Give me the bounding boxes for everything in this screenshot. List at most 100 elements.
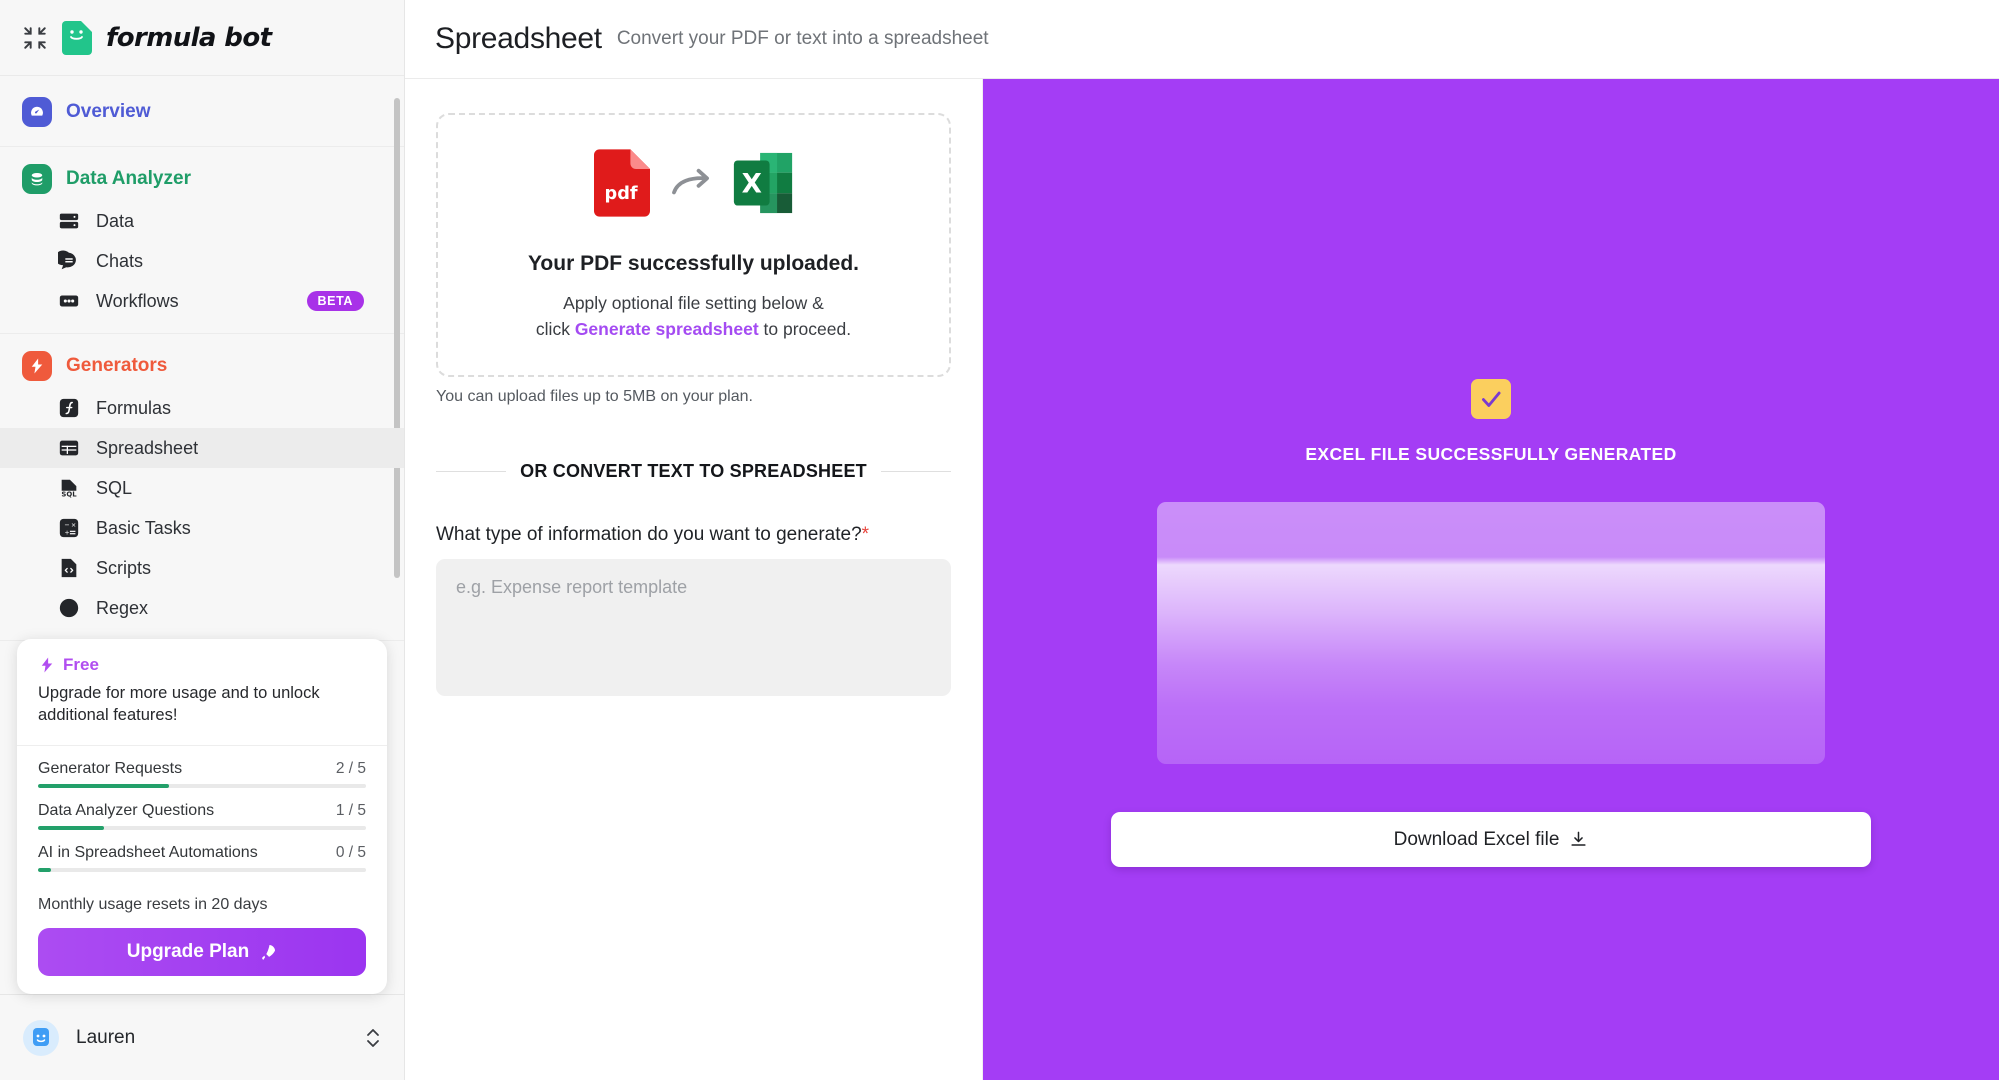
sidebar-item-label: Overview: [66, 101, 151, 122]
lightning-bolt-icon: [41, 657, 53, 673]
upgrade-card-header: Free Upgrade for more usage and to unloc…: [17, 639, 387, 746]
main-area: Spreadsheet Convert your PDF or text int…: [405, 0, 1999, 1080]
usage-meter-ai-spreadsheet-automations: AI in Spreadsheet Automations 0 / 5: [38, 844, 366, 872]
sidebar-header: formula bot: [0, 0, 404, 76]
table-icon: [57, 436, 81, 460]
database-icon: [22, 164, 52, 194]
section-divider: OR CONVERT TEXT TO SPREADSHEET: [436, 461, 951, 482]
sidebar-item-label: Data Analyzer: [66, 168, 191, 189]
workflow-dots-icon: [57, 289, 81, 313]
sidebar-item-label: Scripts: [96, 557, 152, 578]
sidebar-item-sql[interactable]: SQL SQL: [0, 468, 404, 508]
regex-icon: [57, 596, 81, 620]
sidebar-item-data[interactable]: Data: [0, 201, 404, 241]
upload-size-note: You can upload files up to 5MB on your p…: [436, 387, 753, 405]
plan-label: Free: [63, 655, 99, 675]
sidebar-item-label: Spreadsheet: [96, 437, 199, 458]
sidebar-item-spreadsheet[interactable]: Spreadsheet: [0, 428, 404, 468]
meter-label: Data Analyzer Questions: [38, 802, 215, 819]
usage-meter-data-analyzer-questions: Data Analyzer Questions 1 / 5: [38, 802, 366, 830]
sidebar-item-label: Data: [96, 210, 135, 231]
divider-label: OR CONVERT TEXT TO SPREADSHEET: [520, 460, 867, 481]
upgrade-card: Free Upgrade for more usage and to unloc…: [17, 639, 387, 994]
speedometer-icon: [22, 97, 52, 127]
page-title: Spreadsheet: [435, 22, 602, 55]
prompt-question-text: What type of information do you want to …: [436, 523, 862, 545]
user-avatar-icon: [22, 1019, 60, 1057]
sidebar-item-label: Chats: [96, 250, 144, 271]
upgrade-plan-button[interactable]: Upgrade Plan: [38, 928, 366, 976]
sidebar-item-formulas[interactable]: Formulas: [0, 388, 404, 428]
upgrade-button-wrap: Upgrade Plan: [17, 914, 387, 994]
meter-track: [38, 868, 366, 872]
left-panel: pdf X Your PDF successfully uploaded. Ap…: [405, 79, 983, 1080]
sql-file-icon: SQL: [57, 476, 81, 500]
meter-label: Generator Requests: [38, 760, 183, 777]
sidebar-item-label: Formulas: [96, 397, 172, 418]
instruction-prefix: click: [535, 319, 575, 340]
upload-instruction-line-1: Apply optional file setting below &: [563, 293, 824, 313]
download-button-label: Download Excel file: [1393, 828, 1560, 850]
user-name: Lauren: [76, 1026, 136, 1048]
svg-text:pdf: pdf: [604, 184, 637, 204]
code-file-icon: [57, 556, 81, 580]
required-asterisk: *: [861, 523, 870, 545]
sidebar-item-label: SQL: [96, 477, 133, 498]
sidebar-item-regex[interactable]: Regex: [0, 588, 404, 628]
sidebar-item-chats[interactable]: Chats: [0, 241, 404, 281]
user-footer[interactable]: Lauren: [0, 994, 404, 1080]
file-upload-dropzone[interactable]: pdf X Your PDF successfully uploaded. Ap…: [436, 113, 951, 377]
content-row: pdf X Your PDF successfully uploaded. Ap…: [405, 79, 1999, 1080]
meter-value: 0 / 5: [335, 844, 366, 861]
meter-value: 1 / 5: [335, 802, 366, 819]
sidebar-item-scripts[interactable]: Scripts: [0, 548, 404, 588]
excel-file-icon: X: [732, 151, 794, 220]
upgrade-plan-label: Upgrade Plan: [126, 941, 250, 962]
function-icon: [57, 396, 81, 420]
checkbox-checked-icon: [1471, 379, 1511, 419]
svg-text:×: ×: [71, 521, 76, 529]
generation-success-label: EXCEL FILE SUCCESSFULLY GENERATED: [1305, 444, 1677, 464]
calculator-icon: − × +: [57, 516, 81, 540]
divider-line-right: [880, 470, 951, 472]
sidebar: formula bot Overview Data Analyzer Data …: [0, 0, 405, 1080]
lightning-bolt-icon: [22, 351, 52, 381]
result-panel: EXCEL FILE SUCCESSFULLY GENERATED Downlo…: [983, 79, 1999, 1080]
upload-instructions: Apply optional file setting below & clic…: [458, 290, 929, 343]
upgrade-description: Upgrade for more usage and to unlock add…: [38, 684, 320, 725]
usage-meters: Generator Requests 2 / 5 Data Analyzer Q…: [17, 746, 387, 890]
sidebar-item-data-analyzer[interactable]: Data Analyzer: [0, 157, 404, 201]
nav-section-overview: Overview: [0, 76, 404, 147]
upload-instruction-line-2: click Generate spreadsheet to proceed.: [458, 316, 929, 342]
collapse-arrows-icon[interactable]: [22, 25, 48, 51]
logo-text: formula bot: [106, 22, 272, 53]
usage-reset-note: Monthly usage resets in 20 days: [38, 896, 268, 913]
nav-section-data-analyzer: Data Analyzer Data Chats Workflows BETA: [0, 147, 404, 334]
divider-line-left: [436, 470, 507, 472]
sidebar-item-basic-tasks[interactable]: − × + Basic Tasks: [0, 508, 404, 548]
spreadsheet-preview-placeholder: [1157, 502, 1825, 764]
page-subtitle: Convert your PDF or text into a spreadsh…: [616, 28, 989, 49]
sidebar-item-overview[interactable]: Overview: [0, 90, 404, 134]
instruction-suffix: to proceed.: [758, 319, 852, 340]
svg-text:SQL: SQL: [61, 490, 77, 498]
chat-bubble-icon: [57, 249, 81, 273]
sidebar-item-workflows[interactable]: Workflows BETA: [0, 281, 404, 321]
meter-fill: [38, 868, 52, 872]
page-header: Spreadsheet Convert your PDF or text int…: [405, 0, 1999, 79]
meter-label: AI in Spreadsheet Automations: [38, 844, 258, 861]
meter-track: [38, 826, 366, 830]
server-icon: [57, 209, 81, 233]
curved-arrow-right-icon: [668, 166, 714, 205]
usage-meter-generator-requests: Generator Requests 2 / 5: [38, 760, 366, 788]
conversion-icons: pdf X: [458, 149, 929, 222]
chevron-up-down-icon[interactable]: [364, 1025, 382, 1051]
sidebar-item-label: Generators: [66, 355, 168, 376]
prompt-textarea[interactable]: [436, 558, 951, 696]
download-excel-button[interactable]: Download Excel file: [1111, 812, 1871, 867]
meter-fill: [38, 784, 170, 788]
generate-spreadsheet-link[interactable]: Generate spreadsheet: [575, 319, 759, 339]
sidebar-item-label: Basic Tasks: [96, 517, 191, 538]
sidebar-item-generators[interactable]: Generators: [0, 344, 404, 388]
rocket-icon: [262, 944, 276, 960]
